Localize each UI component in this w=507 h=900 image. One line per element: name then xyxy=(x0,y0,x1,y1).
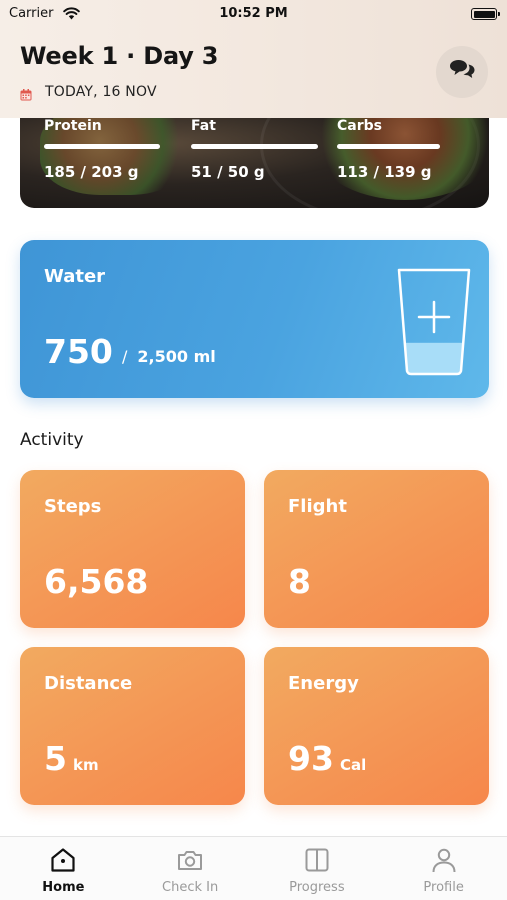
tab-profile[interactable]: Profile xyxy=(380,837,507,900)
tile-label: Distance xyxy=(44,673,133,694)
calendar-icon xyxy=(20,86,32,101)
energy-tile[interactable]: Energy 93 Cal xyxy=(264,647,489,805)
tab-label: Home xyxy=(42,880,85,895)
energy-value: 93 xyxy=(288,739,334,778)
tab-check-in[interactable]: Check In xyxy=(127,837,254,900)
macro-progress-bar xyxy=(44,144,160,149)
page-title: Week 1 · Day 3 xyxy=(20,42,219,70)
flight-tile[interactable]: Flight 8 xyxy=(264,470,489,628)
tab-progress[interactable]: Progress xyxy=(254,837,381,900)
macro-value: 51 / 50 g xyxy=(191,163,265,181)
battery-icon xyxy=(471,8,500,20)
water-label: Water xyxy=(44,266,106,287)
energy-unit: Cal xyxy=(339,756,367,774)
steps-value: 6,568 xyxy=(44,562,149,601)
glass-plus-icon xyxy=(397,268,471,376)
macro-value: 185 / 203 g xyxy=(44,163,139,181)
tile-value: 6,568 xyxy=(44,562,148,601)
tab-label: Check In xyxy=(162,880,219,895)
tab-home[interactable]: Home xyxy=(0,837,127,900)
date-row: TODAY, 16 NOV xyxy=(20,84,157,101)
steps-tile[interactable]: Steps 6,568 xyxy=(20,470,245,628)
columns-icon xyxy=(302,845,332,875)
chat-bubbles-icon xyxy=(447,58,477,86)
water-amount: 750 xyxy=(44,332,113,371)
tile-label: Flight xyxy=(288,496,347,517)
activity-title: Activity xyxy=(20,430,84,450)
chat-button[interactable] xyxy=(436,46,488,98)
macro-progress-bar xyxy=(337,144,440,149)
tab-bar: Home Check In Progress Profile xyxy=(0,836,507,900)
macro-label: Carbs xyxy=(337,118,382,134)
water-goal-value: 2,500 ml xyxy=(137,347,216,366)
macro-label: Fat xyxy=(191,118,216,134)
tab-label: Profile xyxy=(423,880,464,895)
macro-carbs: Carbs 113 / 139 g xyxy=(337,118,440,181)
home-icon xyxy=(48,845,78,875)
tile-value: 8 xyxy=(288,562,311,601)
status-time: 10:52 PM xyxy=(219,6,288,21)
distance-value: 5 xyxy=(44,739,67,778)
macro-progress-bar xyxy=(191,144,318,149)
date-label: TODAY, 16 NOV xyxy=(45,84,157,100)
tile-label: Steps xyxy=(44,496,102,517)
tab-label: Progress xyxy=(289,880,345,895)
water-goal: / 2,500 ml xyxy=(122,347,216,366)
distance-tile[interactable]: Distance 5 km xyxy=(20,647,245,805)
macro-value: 113 / 139 g xyxy=(337,163,432,181)
tile-label: Energy xyxy=(288,673,359,694)
camera-icon xyxy=(175,845,205,875)
tile-value: 5 km xyxy=(44,739,99,778)
macro-label: Protein xyxy=(44,118,102,134)
distance-unit: km xyxy=(72,756,99,774)
tile-value: 93 Cal xyxy=(288,739,366,778)
macro-fat: Fat 51 / 50 g xyxy=(191,118,318,181)
add-water-button[interactable] xyxy=(396,266,472,382)
status-bar: Carrier 10:52 PM xyxy=(0,0,507,30)
water-separator: / xyxy=(122,347,128,366)
flight-value: 8 xyxy=(288,562,311,601)
macro-protein: Protein 185 / 203 g xyxy=(44,118,160,181)
water-card[interactable]: Water 750 / 2,500 ml xyxy=(20,240,489,398)
person-icon xyxy=(429,845,459,875)
